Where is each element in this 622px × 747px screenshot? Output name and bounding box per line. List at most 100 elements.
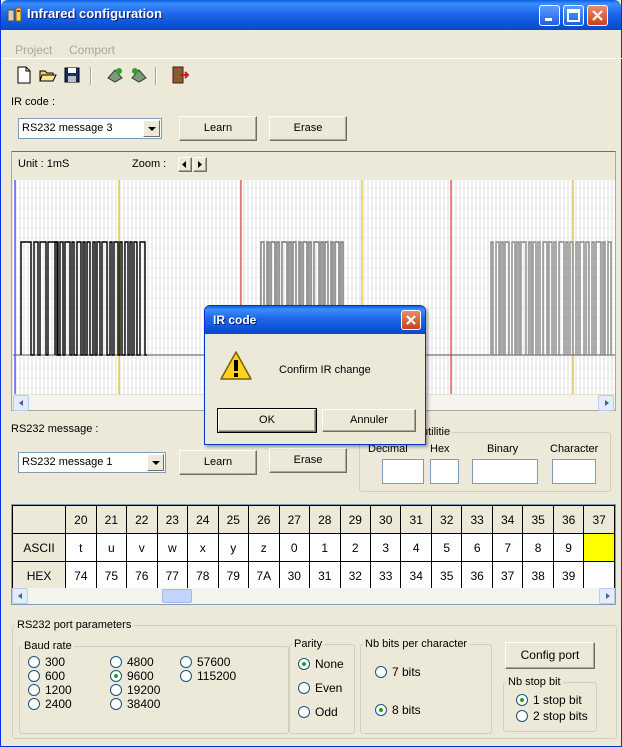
radio-button-icon[interactable] xyxy=(180,656,192,668)
grid-cell[interactable]: 30 xyxy=(278,561,311,588)
radio-button-icon[interactable] xyxy=(28,684,40,696)
grid-cell[interactable]: 5 xyxy=(430,533,463,562)
zoom-in-button[interactable] xyxy=(193,157,207,172)
radio-button-icon[interactable] xyxy=(28,670,40,682)
grid-cell[interactable]: 74 xyxy=(65,561,97,588)
grid-cell[interactable]: 7 xyxy=(491,533,524,562)
grid-cell[interactable]: 2 xyxy=(339,533,371,562)
dialog-title-bar[interactable]: IR code xyxy=(205,306,425,334)
decimal-input[interactable] xyxy=(382,459,424,484)
grid-cell[interactable]: 8 xyxy=(522,533,554,562)
grid-cell[interactable]: 38 xyxy=(522,561,554,588)
grid-cell[interactable]: 75 xyxy=(95,561,128,588)
grid-cell[interactable]: 78 xyxy=(187,561,219,588)
scroll-left-icon[interactable] xyxy=(12,588,28,604)
send-icon[interactable] xyxy=(106,66,124,84)
scroll-right-icon[interactable] xyxy=(599,588,615,604)
grid-cell[interactable] xyxy=(583,533,615,562)
grid-cell[interactable] xyxy=(583,561,615,588)
config-port-button[interactable]: Config port xyxy=(505,642,595,669)
grid-cell[interactable]: 39 xyxy=(552,561,585,588)
message-grid[interactable]: 20 21 22 23 24 25 26 27 28 29 30 31 32 33 34 35 36 37 ASCI… xyxy=(11,504,616,589)
rs232-learn-button[interactable]: Learn xyxy=(179,450,257,475)
dialog-cancel-button[interactable]: Annuler xyxy=(322,409,416,432)
close-button[interactable] xyxy=(587,5,608,26)
grid-cell[interactable]: 1 xyxy=(309,533,341,562)
grid-cell[interactable]: w xyxy=(156,533,189,562)
grid-cell[interactable]: 32 xyxy=(339,561,371,588)
radio-button-icon[interactable] xyxy=(110,670,122,682)
grid-cell[interactable]: 36 xyxy=(461,561,493,588)
ir-learn-button[interactable]: Learn xyxy=(179,116,257,141)
grid-cell[interactable]: 0 xyxy=(278,533,311,562)
exit-door-icon[interactable] xyxy=(171,66,189,84)
bits-radio[interactable]: 8 bits xyxy=(375,703,455,719)
hex-input[interactable] xyxy=(430,459,459,484)
bits-radio[interactable]: 7 bits xyxy=(375,665,455,681)
grid-cell[interactable]: 6 xyxy=(461,533,493,562)
stop-bit-radio[interactable]: 1 stop bit xyxy=(516,693,596,709)
grid-cell[interactable]: u xyxy=(95,533,128,562)
chevron-down-icon[interactable] xyxy=(143,120,160,137)
save-disk-icon[interactable] xyxy=(63,66,81,84)
radio-button-icon[interactable] xyxy=(110,698,122,710)
radio-button-icon[interactable] xyxy=(298,706,310,718)
receive-icon[interactable] xyxy=(130,66,148,84)
grid-cell[interactable]: 7A xyxy=(248,561,280,588)
zoom-out-button[interactable] xyxy=(178,157,192,172)
grid-cell[interactable]: t xyxy=(65,533,97,562)
radio-button-icon[interactable] xyxy=(110,656,122,668)
menu-comport[interactable]: Comport xyxy=(69,43,115,57)
grid-cell[interactable]: 31 xyxy=(309,561,341,588)
radio-button-icon[interactable] xyxy=(298,682,310,694)
character-input[interactable] xyxy=(552,459,596,484)
baud-rate-radio[interactable]: 38400 xyxy=(110,697,190,713)
grid-cell[interactable]: x xyxy=(187,533,219,562)
radio-button-icon[interactable] xyxy=(298,658,310,670)
grid-cell[interactable]: 37 xyxy=(491,561,524,588)
scroll-thumb[interactable] xyxy=(162,589,192,603)
grid-cell[interactable]: 77 xyxy=(156,561,189,588)
ir-erase-button[interactable]: Erase xyxy=(269,116,347,141)
baud-rate-radio[interactable]: 2400 xyxy=(28,697,108,713)
grid-cell[interactable]: 35 xyxy=(430,561,463,588)
baud-rate-label: 9600 xyxy=(127,669,154,683)
grid-cell[interactable]: y xyxy=(217,533,250,562)
stop-bit-radio[interactable]: 2 stop bits xyxy=(516,709,596,725)
grid-cell[interactable]: v xyxy=(126,533,158,562)
rs232-erase-button[interactable]: Erase xyxy=(269,448,347,473)
radio-button-icon[interactable] xyxy=(28,656,40,668)
grid-horizontal-scrollbar[interactable] xyxy=(11,588,616,605)
scroll-right-icon[interactable] xyxy=(598,395,614,411)
chevron-down-icon[interactable] xyxy=(147,454,164,471)
grid-cell[interactable]: 4 xyxy=(400,533,432,562)
radio-button-icon[interactable] xyxy=(28,698,40,710)
grid-cell[interactable]: 34 xyxy=(400,561,432,588)
grid-column-header: 35 xyxy=(522,505,554,534)
open-folder-icon[interactable] xyxy=(39,66,57,84)
menu-project[interactable]: Project xyxy=(15,43,52,57)
grid-cell[interactable]: 79 xyxy=(217,561,250,588)
radio-button-icon[interactable] xyxy=(110,684,122,696)
title-bar[interactable]: Infrared configuration xyxy=(1,0,621,30)
grid-cell[interactable]: 9 xyxy=(552,533,585,562)
dialog-ok-button[interactable]: OK xyxy=(217,408,317,433)
radio-button-icon[interactable] xyxy=(375,704,387,716)
ir-code-select[interactable]: RS232 message 3 xyxy=(18,118,162,139)
grid-cell[interactable]: 33 xyxy=(369,561,402,588)
maximize-button[interactable] xyxy=(563,5,584,26)
radio-button-icon[interactable] xyxy=(516,710,528,722)
baud-rate-radio[interactable]: 115200 xyxy=(180,669,260,685)
radio-button-icon[interactable] xyxy=(180,670,192,682)
rs232-message-select[interactable]: RS232 message 1 xyxy=(18,452,166,473)
grid-cell[interactable]: 3 xyxy=(369,533,402,562)
binary-input[interactable] xyxy=(472,459,538,484)
scroll-left-icon[interactable] xyxy=(13,395,29,411)
radio-button-icon[interactable] xyxy=(375,666,387,678)
minimize-button[interactable] xyxy=(539,5,560,26)
dialog-close-button[interactable] xyxy=(401,310,421,330)
grid-cell[interactable]: 76 xyxy=(126,561,158,588)
new-file-icon[interactable] xyxy=(15,66,33,84)
radio-button-icon[interactable] xyxy=(516,694,528,706)
grid-cell[interactable]: z xyxy=(248,533,280,562)
